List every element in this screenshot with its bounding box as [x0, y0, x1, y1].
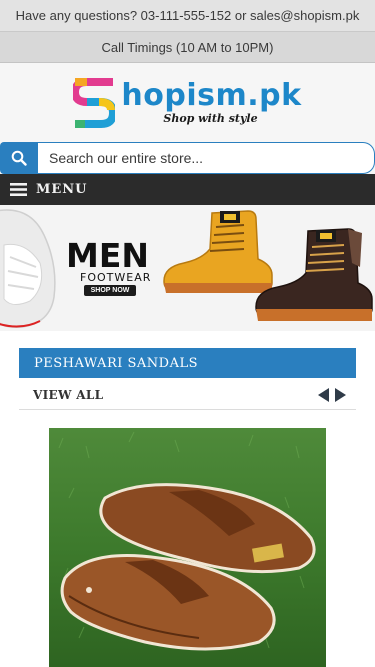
white-sneaker-image — [0, 209, 56, 328]
view-all-row: VIEW ALL — [19, 380, 356, 410]
contact-text: Have any questions? 03-111-555-152 or sa… — [15, 8, 360, 23]
contact-bar: Have any questions? 03-111-555-152 or sa… — [0, 0, 375, 32]
view-all-link[interactable]: VIEW ALL — [33, 388, 103, 402]
peshawari-sandals-image — [49, 428, 326, 667]
logo[interactable]: hopism.pk Shop with style — [0, 63, 375, 142]
menu-label[interactable]: MENU — [36, 182, 88, 197]
search-icon — [11, 150, 27, 166]
call-timings-text: Call Timings (10 AM to 10PM) — [101, 39, 274, 55]
search-bar — [0, 142, 375, 174]
shopism-s-logo-icon — [73, 77, 116, 128]
arrow-left-icon[interactable] — [318, 388, 330, 402]
menu-bar[interactable]: MENU — [0, 174, 375, 205]
logo-wordmark: hopism.pk — [121, 77, 302, 113]
search-input[interactable] — [38, 142, 375, 174]
logo-tagline: Shop with style — [163, 111, 258, 125]
dark-boot-image — [255, 228, 373, 321]
search-button[interactable] — [0, 142, 38, 174]
arrow-right-icon[interactable] — [334, 388, 346, 402]
section-title: PESHAWARI SANDALS — [34, 355, 199, 371]
banner-title: MEN — [66, 236, 149, 275]
section-header: PESHAWARI SANDALS — [19, 348, 356, 378]
call-timings-bar: Call Timings (10 AM to 10PM) — [0, 32, 375, 63]
banner-subtitle: FOOTWEAR — [80, 271, 152, 284]
shop-now-button[interactable]: SHOP NOW — [84, 285, 136, 296]
product-image[interactable] — [49, 428, 326, 667]
promo-banner[interactable]: MEN FOOTWEAR SHOP NOW — [0, 205, 375, 331]
hamburger-icon[interactable] — [10, 183, 27, 196]
